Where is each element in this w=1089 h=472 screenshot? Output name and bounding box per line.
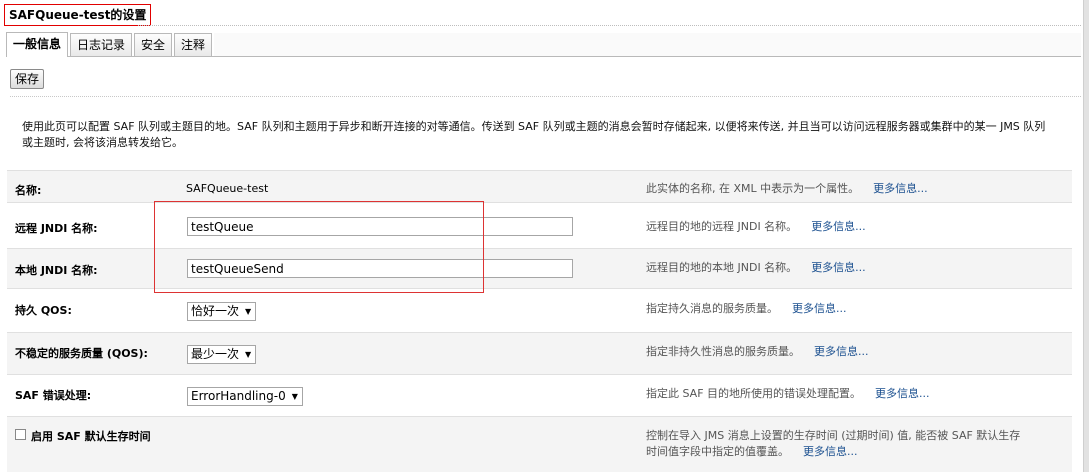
- title-divider: [138, 25, 1081, 26]
- persistent-qos-more-info-link[interactable]: 更多信息...: [792, 302, 847, 315]
- remote-jndi-help-text: 远程目的地的远程 JNDI 名称。: [646, 220, 798, 233]
- toolbar-divider: [10, 96, 1081, 97]
- error-handling-help-text: 指定此 SAF 目的地所使用的错误处理配置。: [646, 387, 862, 400]
- persistent-qos-help: 指定持久消息的服务质量。 更多信息...: [646, 301, 847, 317]
- window-scroll-edge[interactable]: [1083, 0, 1089, 472]
- row-remote-jndi: 远程 JNDI 名称: 远程目的地的远程 JNDI 名称。更多信息...: [7, 202, 1072, 248]
- row-persistent-qos: 持久 QOS: 恰好一次 ▼ 指定持久消息的服务质量。 更多信息...: [7, 288, 1072, 332]
- tab-bar-fill: [214, 33, 1081, 56]
- tab-logging[interactable]: 日志记录: [70, 33, 133, 56]
- saf-ttl-label: 启用 SAF 默认生存时间: [31, 430, 151, 443]
- local-jndi-label: 本地 JNDI 名称:: [15, 264, 98, 277]
- error-handling-selected: ErrorHandling-0: [191, 389, 286, 403]
- error-handling-help: 指定此 SAF 目的地所使用的错误处理配置。 更多信息...: [646, 386, 930, 402]
- error-handling-select[interactable]: ErrorHandling-0 ▼: [187, 387, 303, 406]
- persistent-qos-selected: 恰好一次: [191, 304, 240, 318]
- dropdown-arrow-icon: ▼: [245, 307, 252, 316]
- save-button[interactable]: 保存: [10, 69, 45, 89]
- tab-security[interactable]: 安全: [134, 33, 173, 56]
- dropdown-arrow-icon: ▼: [245, 350, 252, 359]
- remote-jndi-more-info-link[interactable]: 更多信息...: [811, 220, 866, 233]
- nonpersistent-qos-selected: 最少一次: [191, 347, 240, 361]
- tab-bar: 一般信息 日志记录 安全 注释: [6, 32, 1081, 57]
- persistent-qos-select[interactable]: 恰好一次 ▼: [187, 302, 257, 321]
- row-name: 名称: SAFQueue-test 此实体的名称, 在 XML 中表示为一个属性…: [7, 170, 1072, 202]
- error-handling-more-info-link[interactable]: 更多信息...: [875, 387, 930, 400]
- row-saf-ttl: 启用 SAF 默认生存时间 控制在导入 JMS 消息上设置的生存时间 (过期时间…: [7, 416, 1072, 472]
- name-help: 此实体的名称, 在 XML 中表示为一个属性。 更多信息...: [646, 181, 928, 197]
- row-error-handling: SAF 错误处理: ErrorHandling-0 ▼ 指定此 SAF 目的地所使…: [7, 374, 1072, 416]
- saf-ttl-checkbox[interactable]: [15, 429, 26, 440]
- dropdown-arrow-icon: ▼: [291, 392, 298, 401]
- name-label: 名称:: [15, 184, 42, 197]
- tab-general[interactable]: 一般信息: [6, 32, 69, 57]
- row-nonpersistent-qos: 不稳定的服务质量 (QOS): 最少一次 ▼ 指定非持久性消息的服务质量。 更多信息…: [7, 332, 1072, 374]
- saf-ttl-help: 控制在导入 JMS 消息上设置的生存时间 (过期时间) 值, 能否被 SAF 默…: [646, 428, 1020, 460]
- page-description: 使用此页可以配置 SAF 队列或主题目的地。SAF 队列和主题用于异步和断开连接…: [22, 120, 1046, 149]
- nonpersistent-qos-help: 指定非持久性消息的服务质量。 更多信息...: [646, 344, 869, 360]
- settings-form: 名称: SAFQueue-test 此实体的名称, 在 XML 中表示为一个属性…: [7, 170, 1072, 472]
- name-value: SAFQueue-test: [186, 182, 269, 195]
- local-jndi-more-info-link[interactable]: 更多信息...: [811, 261, 866, 274]
- remote-jndi-help: 远程目的地的远程 JNDI 名称。 更多信息...: [646, 219, 866, 235]
- local-jndi-input[interactable]: [187, 259, 573, 278]
- saf-ttl-help-line2: 时间值字段中指定的值覆盖。: [646, 445, 789, 458]
- tab-notes[interactable]: 注释: [174, 33, 213, 56]
- persistent-qos-help-text: 指定持久消息的服务质量。: [646, 302, 778, 315]
- error-handling-label: SAF 错误处理:: [15, 389, 92, 402]
- nonpersistent-qos-more-info-link[interactable]: 更多信息...: [814, 345, 869, 358]
- nonpersistent-qos-select[interactable]: 最少一次 ▼: [187, 345, 257, 364]
- remote-jndi-input[interactable]: [187, 217, 573, 236]
- local-jndi-help: 远程目的地的本地 JNDI 名称。 更多信息...: [646, 260, 866, 276]
- row-local-jndi: 本地 JNDI 名称: 远程目的地的本地 JNDI 名称。更多信息...: [7, 248, 1072, 288]
- saf-ttl-help-line1: 控制在导入 JMS 消息上设置的生存时间 (过期时间) 值, 能否被 SAF 默…: [646, 429, 1021, 442]
- local-jndi-help-text: 远程目的地的本地 JNDI 名称。: [646, 261, 798, 274]
- nonpersistent-qos-label: 不稳定的服务质量 (QOS):: [15, 347, 148, 360]
- saf-ttl-more-info-link[interactable]: 更多信息...: [803, 445, 858, 458]
- name-more-info-link[interactable]: 更多信息...: [873, 182, 928, 195]
- persistent-qos-label: 持久 QOS:: [15, 304, 72, 317]
- page-title: SAFQueue-test的设置: [4, 4, 152, 26]
- remote-jndi-label: 远程 JNDI 名称:: [15, 222, 98, 235]
- name-help-text: 此实体的名称, 在 XML 中表示为一个属性。: [646, 182, 860, 195]
- nonpersistent-qos-help-text: 指定非持久性消息的服务质量。: [646, 345, 800, 358]
